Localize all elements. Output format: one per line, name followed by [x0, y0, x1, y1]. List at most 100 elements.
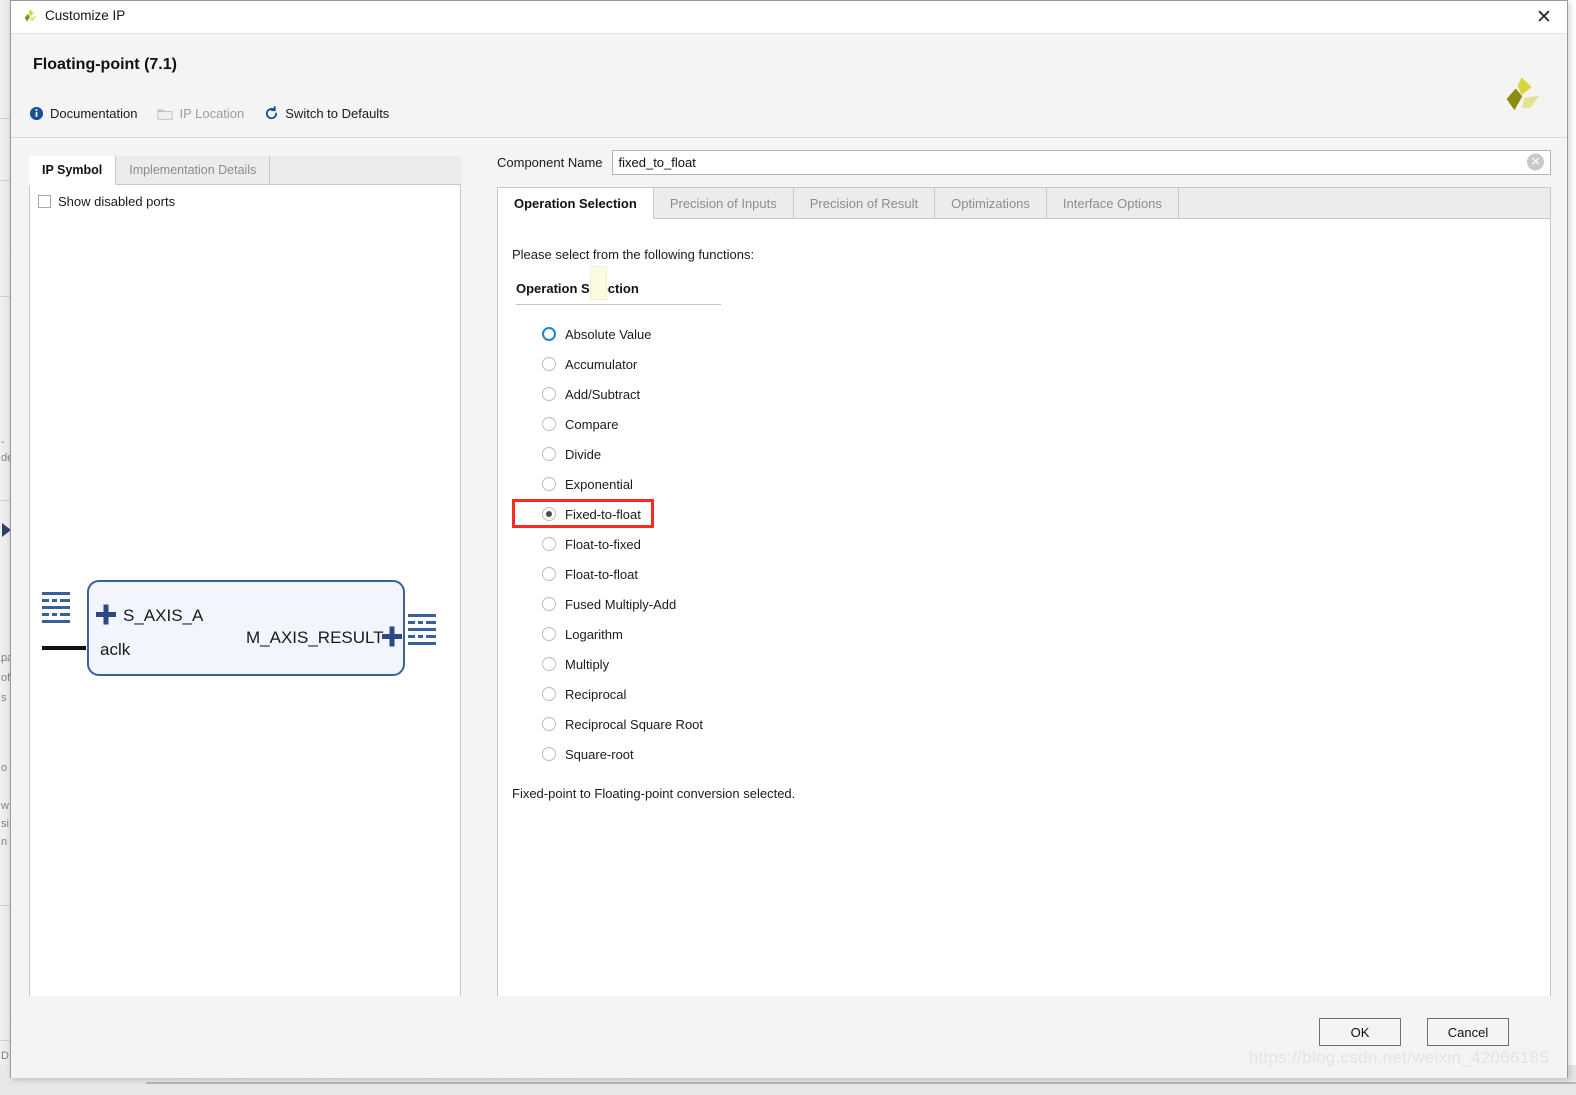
dialog-title: Customize IP	[45, 8, 126, 23]
footer-buttons: OK Cancel	[1319, 1018, 1509, 1046]
ip-symbol-diagram: S_AXIS_A aclk M_AXIS_RESULT	[42, 580, 436, 676]
operation-radio-square-root[interactable]: Square-root	[542, 739, 703, 769]
tab-precision-of-inputs-label: Precision of Inputs	[669, 195, 777, 211]
clear-circle-icon[interactable]: ✕	[1527, 153, 1544, 171]
operation-radio-label: Fused Multiply-Add	[565, 596, 677, 612]
ok-button[interactable]: OK	[1319, 1018, 1401, 1046]
radio-button-icon[interactable]	[542, 357, 556, 371]
tab-implementation-details-label: Implementation Details	[129, 163, 257, 177]
operation-radio-multiply[interactable]: Multiply	[542, 649, 703, 679]
radio-button-icon[interactable]	[542, 417, 556, 431]
radio-button-icon[interactable]	[542, 507, 556, 521]
operation-radio-float-to-fixed[interactable]: Float-to-fixed	[542, 529, 703, 559]
radio-button-icon[interactable]	[542, 447, 556, 461]
bg-fragment: n	[1, 836, 8, 848]
close-icon[interactable]: ✕	[1529, 4, 1559, 30]
operation-radio-reciprocal[interactable]: Reciprocal	[542, 679, 703, 709]
radio-button-icon[interactable]	[542, 537, 556, 551]
operation-radio-add-subtract[interactable]: Add/Subtract	[542, 379, 703, 409]
config-tabstrip: Operation Selection Precision of Inputs …	[498, 188, 1550, 219]
radio-button-icon[interactable]	[542, 567, 556, 581]
switch-to-defaults-link[interactable]: Switch to Defaults	[264, 106, 389, 121]
ip-symbol-panel: IP Symbol Implementation Details Show di…	[29, 156, 461, 999]
tab-ip-symbol-label: IP Symbol	[42, 163, 103, 177]
dialog-header: Floating-point (7.1) Documentation IP Lo…	[11, 34, 1567, 138]
operation-radio-label: Reciprocal	[565, 686, 627, 702]
status-text: Fixed-point to Floating-point conversion…	[512, 786, 796, 801]
bg-fragment: w	[1, 800, 9, 812]
operation-radio-label: Logarithm	[565, 626, 623, 642]
refresh-icon	[266, 106, 278, 120]
ip-symbol-canvas: Show disabled ports S_AXIS_A aclk M_AXIS…	[29, 185, 461, 999]
tab-precision-of-result-label: Precision of Result	[809, 195, 919, 211]
xilinx-pinwheel-icon	[1506, 77, 1540, 111]
tab-interface-options[interactable]: Interface Options	[1046, 188, 1179, 218]
dialog-body: IP Symbol Implementation Details Show di…	[11, 138, 1567, 999]
cancel-button[interactable]: Cancel	[1427, 1018, 1509, 1046]
tab-interface-options-label: Interface Options	[1062, 195, 1162, 211]
radio-button-icon[interactable]	[542, 687, 556, 701]
radio-button-icon[interactable]	[542, 597, 556, 611]
radio-button-icon[interactable]	[542, 477, 556, 491]
operation-radio-logarithm[interactable]: Logarithm	[542, 619, 703, 649]
tab-precision-of-result[interactable]: Precision of Result	[793, 188, 936, 218]
operation-radio-accumulator[interactable]: Accumulator	[542, 349, 703, 379]
operation-radio-label: Float-to-fixed	[565, 536, 641, 552]
radio-button-icon[interactable]	[542, 717, 556, 731]
tab-operation-selection-label: Operation Selection	[514, 195, 637, 211]
bg-fragment: s	[1, 692, 7, 704]
operation-radio-exponential[interactable]: Exponential	[542, 469, 703, 499]
operation-radio-label: Float-to-float	[565, 566, 638, 582]
operation-radio-label: Divide	[565, 446, 602, 462]
bg-fragment: D	[1, 1050, 9, 1062]
operation-radio-compare[interactable]: Compare	[542, 409, 703, 439]
operation-radio-group: Absolute Value Accumulator Add/Subtract Com…	[542, 319, 703, 769]
operation-radio-fixed-to-float[interactable]: Fixed-to-float	[542, 499, 703, 529]
radio-button-icon[interactable]	[542, 387, 556, 401]
left-tabstrip: IP Symbol Implementation Details	[29, 156, 461, 185]
operation-radio-label: Absolute Value	[565, 326, 652, 342]
group-divider	[516, 304, 721, 305]
ip-location-link[interactable]: IP Location	[157, 106, 244, 121]
operation-radio-label: Add/Subtract	[565, 386, 641, 402]
s-axis-a-label: S_AXIS_A	[123, 606, 204, 625]
aclk-wire	[42, 646, 86, 650]
aclk-label: aclk	[100, 640, 131, 659]
bg-fragment: of	[1, 672, 11, 684]
operation-radio-label: Square-root	[565, 746, 634, 762]
bus-port-icon	[408, 614, 436, 645]
tab-ip-symbol[interactable]: IP Symbol	[29, 156, 117, 185]
radio-button-icon[interactable]	[542, 627, 556, 641]
operation-radio-float-to-float[interactable]: Float-to-float	[542, 559, 703, 589]
configuration-panel: Component Name fixed_to_float ✕ Operatio…	[497, 146, 1551, 998]
radio-button-icon[interactable]	[542, 327, 556, 341]
tab-implementation-details[interactable]: Implementation Details	[116, 156, 271, 184]
component-name-label: Component Name	[497, 154, 603, 170]
operation-radio-label: Reciprocal Square Root	[565, 716, 704, 732]
cancel-button-label: Cancel	[1447, 1024, 1489, 1040]
bg-divider	[146, 1082, 1576, 1084]
operation-radio-fused-multiply-add[interactable]: Fused Multiply-Add	[542, 589, 703, 619]
watermark-text: https://blog.csdn.net/weixin_42066185	[1248, 1048, 1549, 1067]
tooltip-overlay-artifact	[590, 266, 607, 300]
operation-radio-label: Accumulator	[565, 356, 638, 372]
dialog-footer: OK Cancel https://blog.csdn.net/weixin_4…	[11, 996, 1567, 1078]
tab-operation-selection[interactable]: Operation Selection	[498, 188, 654, 219]
page-title: Floating-point (7.1)	[33, 56, 177, 73]
radio-button-icon[interactable]	[542, 747, 556, 761]
radio-button-icon[interactable]	[542, 657, 556, 671]
documentation-link[interactable]: Documentation	[29, 106, 137, 121]
tab-precision-of-inputs[interactable]: Precision of Inputs	[653, 188, 794, 218]
config-tabstrip-filler	[1178, 188, 1550, 218]
bus-port-icon	[42, 592, 70, 623]
component-name-input[interactable]: fixed_to_float ✕	[611, 149, 1551, 175]
operation-radio-divide[interactable]: Divide	[542, 439, 703, 469]
dialog-titlebar: Customize IP ✕	[11, 1, 1567, 34]
ip-location-label: IP Location	[179, 106, 245, 121]
operation-radio-reciprocal-square-root[interactable]: Reciprocal Square Root	[542, 709, 703, 739]
header-actionbar: Documentation IP Location Switch to Defa…	[29, 106, 389, 121]
operation-radio-absolute-value[interactable]: Absolute Value	[542, 319, 703, 349]
tab-optimizations[interactable]: Optimizations	[935, 188, 1047, 218]
customize-ip-dialog: Customize IP ✕ Floating-point (7.1) Docu…	[10, 0, 1568, 1078]
component-name-value: fixed_to_float	[618, 154, 696, 170]
